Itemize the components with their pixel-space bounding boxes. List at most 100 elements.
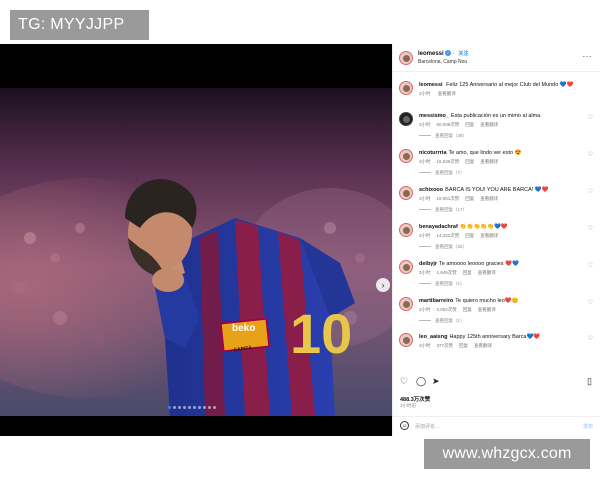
translate-link[interactable]: 查看翻译 [480,233,498,238]
view-replies-link[interactable]: 查看回复（7） [419,169,583,177]
bookmark-icon[interactable]: ▯ [587,376,592,386]
reply-button[interactable]: 回复 [465,122,474,127]
comment-time: 3小时 [419,307,431,312]
comment-item: nicoturrria Te amo, que lindo ver esto 😍 3… [393,149,600,177]
comment-input[interactable]: 添加评论… [415,423,440,430]
reply-button[interactable]: 回复 [465,233,474,238]
author-username[interactable]: leomessi [418,51,444,57]
heart-icon[interactable]: ♡ [588,151,593,158]
like-count[interactable]: 488.3万次赞 [400,395,430,403]
comment-username[interactable]: benayadachraf [419,224,458,230]
comment-likes[interactable]: 1,949次赞 [437,270,457,275]
comment-likes[interactable]: 14,322次赞 [437,233,460,238]
comment-text: Esta publicación es un mimo al alma. [450,113,542,119]
carousel-dot[interactable] [213,406,216,409]
carousel-dot[interactable] [203,406,206,409]
comment-likes[interactable]: 19,951次赞 [437,196,460,201]
view-replies-link[interactable]: 查看回复（32） [419,243,583,251]
smiley-icon[interactable]: ☺ [400,421,409,430]
translate-link[interactable]: 查看翻译 [480,196,498,201]
comment-username[interactable]: leo_aaisng [419,334,447,340]
post-media[interactable]: beko 10 CAPITÀ › [0,44,392,436]
comment-likes[interactable]: 377次赞 [437,343,454,348]
view-replies-link[interactable]: 查看回复（1） [419,317,583,325]
comment-item: leo_aaisng Happy 125th anniversary Barca💙… [393,333,600,350]
comment-text: Te quiero mucho leo❤️😊 [455,298,519,304]
translate-link[interactable]: 查看翻译 [478,270,496,275]
shirt-number: 10 [290,302,352,365]
chevron-right-icon[interactable]: › [376,278,390,292]
comment-username[interactable]: deibyjr [419,261,437,267]
comment-item: deibyjr Te amoooo leoooo gracies ❤️💙 3小时 1,… [393,260,600,288]
reply-button[interactable]: 回复 [463,307,472,312]
caption-username[interactable]: leomessi [419,82,443,88]
post-location[interactable]: Barcelona, Camp Nou [418,58,468,66]
comment-time: 3小时 [419,233,431,238]
translate-link[interactable]: 查看翻译 [480,159,498,164]
avatar[interactable] [399,297,413,311]
avatar[interactable] [399,81,413,95]
avatar[interactable] [399,112,413,126]
view-replies-link[interactable]: 查看回复（17） [419,206,583,214]
heart-icon[interactable]: ♡ [588,188,593,195]
carousel-dot[interactable] [188,406,191,409]
post-author: leomessi ✓ · 关注 Barcelona, Camp Nou [418,49,469,66]
comment-text: BARCA IS YOU! YOU ARE BARCA! 💙❤️ [445,187,549,193]
comment-time: 3小时 [419,196,431,201]
comments-list[interactable]: leomessi Feliz 125 Aniversario al mejor … [393,72,600,372]
post-comment-button[interactable]: 发布 [583,423,593,430]
translate-link[interactable]: 查看翻译 [438,91,456,96]
view-replies-link[interactable]: 查看回复（38） [419,132,583,140]
heart-icon[interactable]: ♡ [400,376,408,386]
comment-item: messismo_ Esta publicación es un mimo al … [393,112,600,140]
comment-username[interactable]: messismo_ [419,113,449,119]
carousel-dot[interactable] [168,406,171,409]
heart-icon[interactable]: ♡ [588,262,593,269]
carousel-dot[interactable] [198,406,201,409]
reply-button[interactable]: 回复 [459,343,468,348]
comment-text: Happy 125th anniversary Barca💙❤️ [449,334,541,340]
heart-icon[interactable]: ♡ [588,335,593,342]
send-icon[interactable]: ➤ [432,376,440,386]
avatar[interactable] [399,186,413,200]
carousel-dot[interactable] [173,406,176,409]
heart-icon[interactable]: ♡ [588,114,593,121]
comment-likes[interactable]: 16,630次赞 [437,159,460,164]
comment-text: Te amoooo leoooo gracies ❤️💙 [439,261,519,267]
post-details-panel: leomessi ✓ · 关注 Barcelona, Camp Nou ··· … [392,44,600,436]
comment-username[interactable]: nicoturrria [419,150,447,156]
carousel-dot[interactable] [183,406,186,409]
avatar[interactable] [399,333,413,347]
comment-rows: messismo_ Esta publicación es un mimo al … [393,112,600,350]
avatar[interactable] [399,260,413,274]
comment-time: 3小时 [419,159,431,164]
translate-link[interactable]: 查看翻译 [474,343,492,348]
view-replies-link[interactable]: 查看回复（1） [419,280,583,288]
watermark-bottom: www.whzgcx.com [424,439,590,469]
more-icon[interactable]: ··· [583,52,593,61]
reply-button[interactable]: 回复 [465,159,474,164]
carousel-dot[interactable] [193,406,196,409]
translate-link[interactable]: 查看翻译 [478,307,496,312]
heart-icon[interactable]: ♡ [588,225,593,232]
action-bar: ♡ ◯ ➤ ▯ [393,374,600,388]
reply-button[interactable]: 回复 [463,270,472,275]
carousel-indicator [168,406,216,410]
avatar[interactable] [399,50,413,65]
translate-link[interactable]: 查看翻译 [480,122,498,127]
follow-button[interactable]: 关注 [458,51,468,57]
avatar[interactable] [399,149,413,163]
carousel-dot[interactable] [208,406,211,409]
carousel-dot[interactable] [178,406,181,409]
post-time: 3小时前 [400,403,417,408]
comment-icon[interactable]: ◯ [416,376,426,386]
comment-username[interactable]: martibarreiro [419,298,453,304]
heart-icon[interactable]: ♡ [588,299,593,306]
comment-text: 👏👏👏👏👏💙❤️ [459,224,508,230]
comment-username[interactable]: schixooo [419,187,443,193]
comment-likes[interactable]: 2,052次赞 [437,307,457,312]
reply-button[interactable]: 回复 [465,196,474,201]
comment-likes[interactable]: 60,099次赞 [437,122,460,127]
comment-time: 3小时 [419,122,431,127]
avatar[interactable] [399,223,413,237]
